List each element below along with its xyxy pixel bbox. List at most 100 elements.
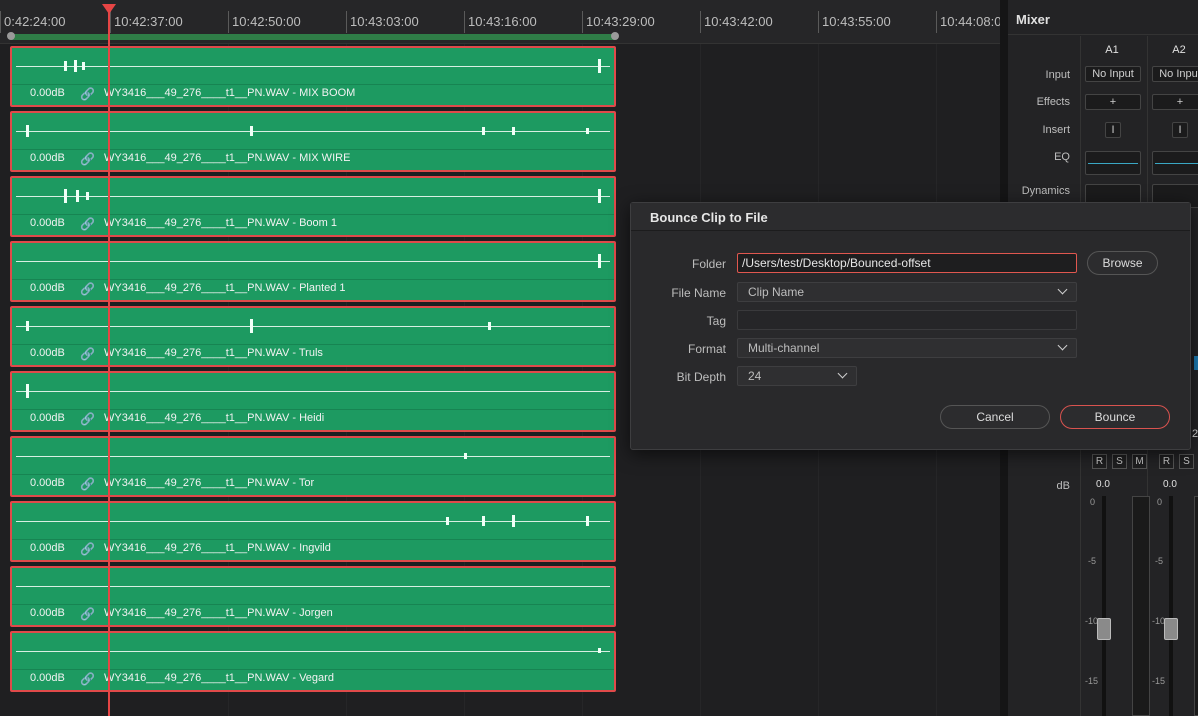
ruler-tick: 10:43:16:00 — [464, 11, 537, 33]
playhead[interactable] — [102, 4, 116, 716]
file-name-label: File Name — [671, 286, 726, 300]
link-icon: 🔗 — [80, 217, 95, 231]
audio-clip[interactable]: 0.00dB 🔗 WY3416___49_276____t1__PN.WAV -… — [10, 46, 616, 107]
clip-name: WY3416___49_276____t1__PN.WAV - Heidi — [104, 412, 325, 424]
ruler-tick: 10:44:08:0 — [936, 11, 1001, 33]
waveform-peak — [482, 516, 485, 526]
clip-gain: 0.00dB — [30, 477, 65, 489]
clip-name: WY3416___49_276____t1__PN.WAV - Truls — [104, 347, 323, 359]
input-select[interactable]: No Input — [1085, 66, 1141, 82]
link-icon: 🔗 — [80, 607, 95, 621]
clip-gain: 0.00dB — [30, 412, 65, 424]
record-arm-button[interactable]: R — [1092, 454, 1107, 469]
channel-color-strip — [1194, 356, 1198, 370]
insert-toggle[interactable]: I — [1172, 122, 1188, 138]
folder-label: Folder — [691, 257, 726, 271]
solo-button[interactable]: S — [1179, 454, 1194, 469]
waveform-peak — [464, 453, 467, 459]
waveform — [16, 131, 610, 132]
clip-divider — [12, 344, 614, 345]
audio-clip[interactable]: 0.00dB 🔗 WY3416___49_276____t1__PN.WAV -… — [10, 631, 616, 692]
waveform-peak — [598, 648, 601, 653]
ruler-tick: 10:43:42:00 — [700, 11, 773, 33]
folder-input[interactable]: /Users/test/Desktop/Bounced-offset — [737, 253, 1077, 273]
fader-track[interactable] — [1169, 496, 1173, 716]
record-arm-button[interactable]: R — [1159, 454, 1174, 469]
cancel-button[interactable]: Cancel — [940, 405, 1050, 429]
clip-divider — [12, 84, 614, 85]
ruler-tick: 0:42:24:00 — [0, 11, 65, 33]
clip-gain: 0.00dB — [30, 282, 65, 294]
waveform-peak — [64, 61, 67, 71]
link-icon: 🔗 — [80, 542, 95, 556]
waveform-peak — [598, 254, 601, 268]
bit-depth-select[interactable]: 24 — [737, 366, 857, 386]
clip-divider — [12, 669, 614, 670]
dialog-header[interactable]: Bounce Clip to File — [631, 203, 1190, 231]
insert-toggle[interactable]: I — [1105, 122, 1121, 138]
audio-clip[interactable]: 0.00dB 🔗 WY3416___49_276____t1__PN.WAV -… — [10, 371, 616, 432]
waveform-peak — [74, 60, 77, 72]
clip-divider — [12, 604, 614, 605]
browse-button[interactable]: Browse — [1087, 251, 1158, 275]
waveform-peak — [250, 319, 253, 333]
mixer-title: Mixer — [1016, 12, 1050, 27]
waveform-peak — [512, 515, 515, 527]
clip-divider — [12, 279, 614, 280]
clip-gain: 0.00dB — [30, 672, 65, 684]
clip-divider — [12, 214, 614, 215]
eq-curve — [1155, 163, 1198, 164]
fader-value: 0.0 — [1163, 479, 1177, 490]
format-label: Format — [687, 342, 726, 356]
bounce-button[interactable]: Bounce — [1060, 405, 1170, 429]
fader-scale-label: -15 — [1152, 676, 1166, 686]
solo-button[interactable]: S — [1112, 454, 1127, 469]
clip-gain: 0.00dB — [30, 607, 65, 619]
clip-name: WY3416___49_276____t1__PN.WAV - Boom 1 — [104, 217, 337, 229]
waveform-peak — [64, 189, 67, 203]
waveform-peak — [76, 190, 79, 202]
tag-input[interactable] — [737, 310, 1077, 330]
clip-gain: 0.00dB — [30, 152, 65, 164]
audio-clip[interactable]: 0.00dB 🔗 WY3416___49_276____t1__PN.WAV -… — [10, 501, 616, 562]
eq-thumbnail[interactable] — [1085, 151, 1141, 175]
fader-value: 0.0 — [1096, 479, 1110, 490]
audio-clip[interactable]: 0.00dB 🔗 WY3416___49_276____t1__PN.WAV -… — [10, 566, 616, 627]
clip-gain: 0.00dB — [30, 347, 65, 359]
audio-clip[interactable]: 0.00dB 🔗 WY3416___49_276____t1__PN.WAV -… — [10, 176, 616, 237]
audio-clip[interactable]: 0.00dB 🔗 WY3416___49_276____t1__PN.WAV -… — [10, 306, 616, 367]
audio-clip[interactable]: 0.00dB 🔗 WY3416___49_276____t1__PN.WAV -… — [10, 436, 616, 497]
dialog-title: Bounce Clip to File — [650, 210, 768, 225]
link-icon: 🔗 — [80, 477, 95, 491]
clip-name: WY3416___49_276____t1__PN.WAV - Planted … — [104, 282, 346, 294]
playhead-handle[interactable] — [102, 4, 116, 14]
add-effect-button[interactable]: + — [1152, 94, 1198, 110]
clip-gain: 0.00dB — [30, 217, 65, 229]
waveform-peak — [586, 128, 589, 134]
fader-handle[interactable] — [1164, 618, 1178, 640]
file-name-select[interactable]: Clip Name — [737, 282, 1077, 302]
audio-clip[interactable]: 0.00dB 🔗 WY3416___49_276____t1__PN.WAV -… — [10, 241, 616, 302]
mute-button[interactable]: M — [1132, 454, 1147, 469]
range-start-handle[interactable] — [7, 32, 15, 40]
in-out-range-bar[interactable] — [7, 32, 619, 40]
timecode-ruler[interactable]: 0:42:24:00 10:42:37:00 10:42:50:00 10:43… — [0, 0, 1001, 44]
format-select[interactable]: Multi-channel — [737, 338, 1077, 358]
fader-track[interactable] — [1102, 496, 1106, 716]
range-end-handle[interactable] — [611, 32, 619, 40]
eq-curve — [1088, 163, 1138, 164]
ruler-tick: 10:42:37:00 — [110, 11, 183, 33]
row-label-input: Input — [1045, 69, 1070, 81]
link-icon: 🔗 — [80, 152, 95, 166]
waveform-peak — [482, 127, 485, 135]
chevron-down-icon — [1057, 340, 1068, 351]
ruler-tick: 10:43:03:00 — [346, 11, 419, 33]
fader-handle[interactable] — [1097, 618, 1111, 640]
add-effect-button[interactable]: + — [1085, 94, 1141, 110]
clip-divider — [12, 149, 614, 150]
eq-thumbnail[interactable] — [1152, 151, 1198, 175]
waveform-peak — [586, 516, 589, 526]
input-select[interactable]: No Input — [1152, 66, 1198, 82]
audio-clip[interactable]: 0.00dB 🔗 WY3416___49_276____t1__PN.WAV -… — [10, 111, 616, 172]
clip-gain: 0.00dB — [30, 87, 65, 99]
